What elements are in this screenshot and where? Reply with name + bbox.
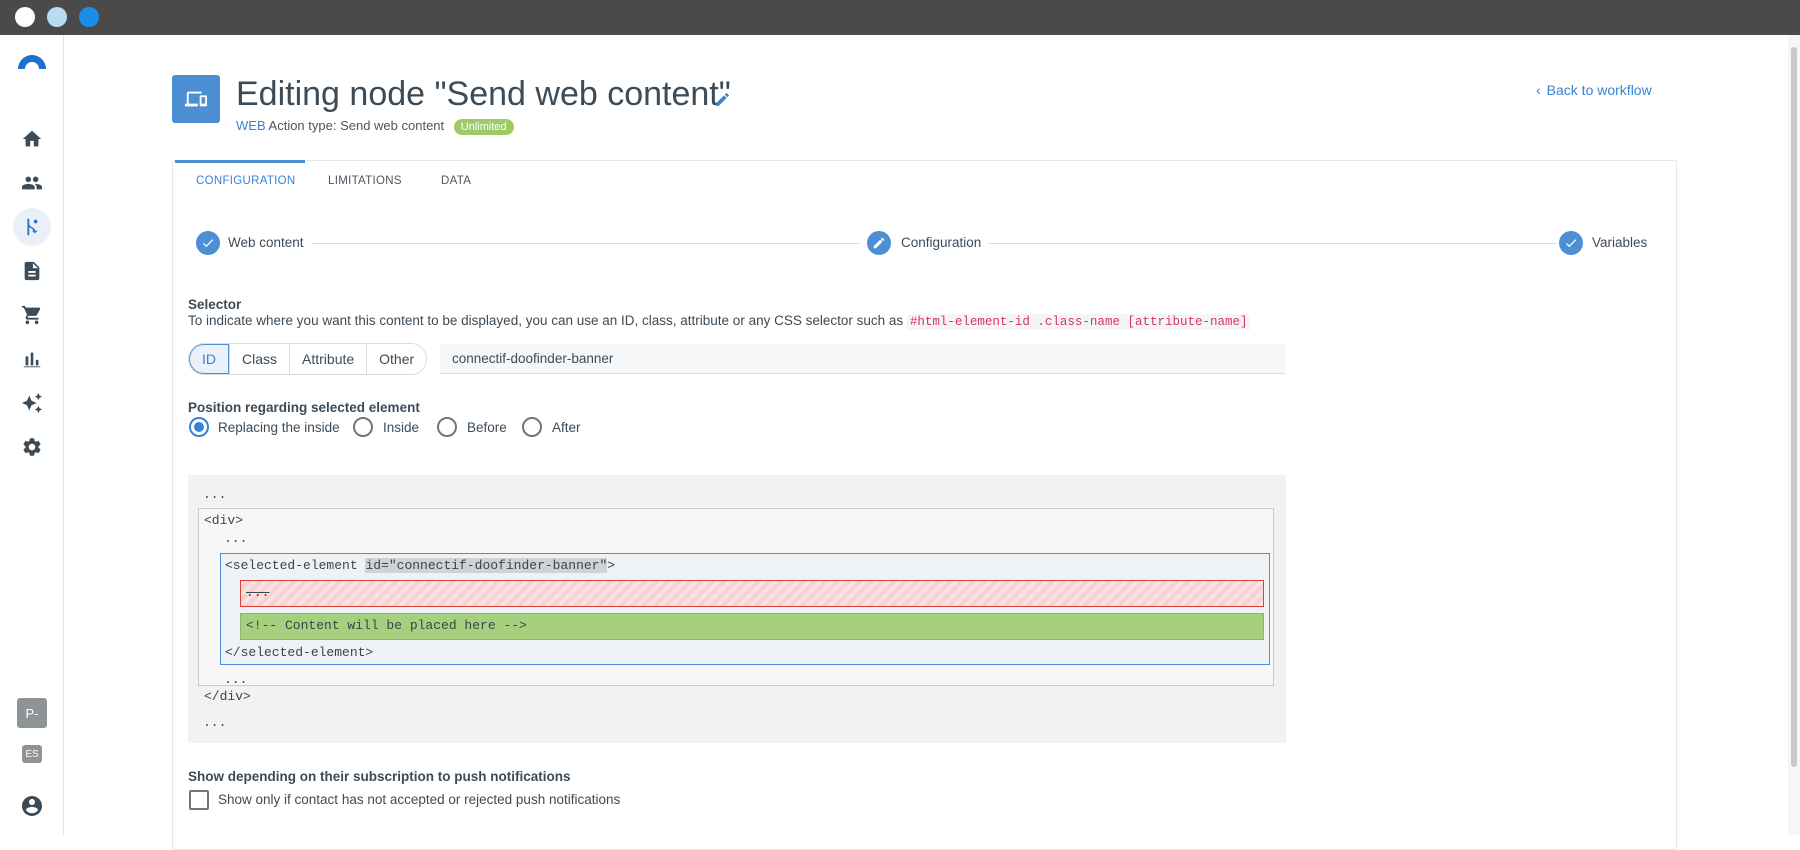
pencil-icon xyxy=(716,93,729,106)
selector-type-other-button[interactable]: Other xyxy=(366,344,427,374)
edit-node-name-button[interactable] xyxy=(714,91,731,108)
preview-ellipsis-before: ... xyxy=(224,531,248,546)
position-inside-label[interactable]: Inside xyxy=(383,420,419,435)
sidebar-item-home[interactable] xyxy=(13,120,51,158)
preview-content-placeholder: <!-- Content will be placed here --> xyxy=(246,618,527,633)
position-title: Position regarding selected element xyxy=(188,400,420,415)
position-after-label[interactable]: After xyxy=(552,420,581,435)
check-icon xyxy=(202,239,214,248)
preview-ellipsis-after: ... xyxy=(224,672,248,687)
sidebar-item-content[interactable] xyxy=(13,252,51,290)
page-scrollbar[interactable] xyxy=(1788,35,1800,835)
element-open-end: > xyxy=(607,558,616,573)
placement-preview: ... <div> ... <selected-element id="conn… xyxy=(188,475,1286,743)
active-tab-indicator xyxy=(175,160,305,163)
unlimited-badge: Unlimited xyxy=(453,119,514,135)
sidebar-item-settings[interactable] xyxy=(13,428,51,466)
back-link-label: Back to workflow xyxy=(1546,82,1652,98)
node-subtitle: WEB Action type: Send web content Unlimi… xyxy=(236,117,514,135)
position-replacing-radio[interactable] xyxy=(189,417,209,437)
home-icon xyxy=(22,130,42,147)
sidebar-item-reports[interactable] xyxy=(13,340,51,378)
step-configuration-label[interactable]: Configuration xyxy=(901,235,981,250)
user-account-button[interactable] xyxy=(20,794,44,818)
selector-example-code: #html-element-id .class-name [attribute-… xyxy=(906,314,1251,330)
page-title: Editing node "Send web content" xyxy=(236,75,731,113)
node-type-icon xyxy=(172,75,220,123)
preview-div-close: </div> xyxy=(204,689,251,704)
account-badge[interactable]: P- xyxy=(17,698,47,728)
window-minimize-button[interactable] xyxy=(47,7,67,27)
app-logo-icon[interactable] xyxy=(16,51,48,71)
selector-value-input[interactable] xyxy=(440,344,1285,374)
channel-link[interactable]: WEB xyxy=(236,118,266,133)
tab-configuration[interactable]: CONFIGURATION xyxy=(196,175,296,187)
selector-description-text: To indicate where you want this content … xyxy=(188,313,904,328)
position-before-label[interactable]: Before xyxy=(467,420,507,435)
preview-div-open: <div> xyxy=(204,513,244,528)
selector-type-toggle: ID Class Attribute Other xyxy=(188,343,428,375)
position-before-radio[interactable] xyxy=(437,417,457,437)
devices-icon xyxy=(185,91,207,107)
preview-ellipsis-top: ... xyxy=(203,487,227,502)
push-notifications-label[interactable]: Show only if contact has not accepted or… xyxy=(218,792,620,807)
preview-replaced-content-box xyxy=(240,580,1264,607)
scrollbar-thumb[interactable] xyxy=(1791,47,1797,767)
sidebar-item-contacts[interactable] xyxy=(13,164,51,202)
reports-icon xyxy=(23,352,41,368)
position-after-radio[interactable] xyxy=(522,417,542,437)
step-configuration-indicator[interactable] xyxy=(867,231,891,255)
contacts-icon xyxy=(21,176,43,190)
preview-ellipsis-bottom: ... xyxy=(203,715,227,730)
preview-element-open: <selected-element id="connectif-doofinde… xyxy=(225,558,615,573)
tab-data[interactable]: DATA xyxy=(441,175,471,187)
workflows-icon xyxy=(27,218,38,236)
sidebar-item-workflows[interactable] xyxy=(13,208,51,246)
step-web-content-label[interactable]: Web content xyxy=(228,235,304,250)
step-variables-indicator[interactable] xyxy=(1559,231,1583,255)
action-type-label: Action type: Send web content xyxy=(268,118,445,133)
content-icon xyxy=(24,261,40,281)
step-variables-label[interactable]: Variables xyxy=(1592,235,1647,250)
ai-icon xyxy=(21,392,43,414)
selector-type-attribute-button[interactable]: Attribute xyxy=(289,344,367,374)
selector-type-class-button[interactable]: Class xyxy=(229,344,290,374)
preview-replaced-content: ... xyxy=(246,585,270,600)
preview-element-close: </selected-element> xyxy=(225,645,374,660)
back-to-workflow-link[interactable]: ‹ Back to workflow xyxy=(1536,82,1652,98)
sidebar-item-ai[interactable] xyxy=(13,384,51,422)
window-maximize-button[interactable] xyxy=(79,7,99,27)
element-id-attribute: id="connectif-doofinder-banner" xyxy=(365,558,608,573)
tab-limitations[interactable]: LIMITATIONS xyxy=(328,175,402,187)
language-badge[interactable]: ES xyxy=(22,745,42,763)
selector-description: To indicate where you want this content … xyxy=(188,313,1251,330)
stepper-connector xyxy=(988,243,1558,244)
push-notifications-checkbox[interactable] xyxy=(189,790,209,810)
window-close-button[interactable] xyxy=(15,7,35,27)
check-icon xyxy=(1565,239,1577,248)
selector-type-id-button[interactable]: ID xyxy=(189,344,229,374)
sidebar-item-store[interactable] xyxy=(13,296,51,334)
window-titlebar xyxy=(0,0,1800,35)
stepper-connector xyxy=(311,243,859,244)
selector-title: Selector xyxy=(188,297,242,312)
account-circle-icon xyxy=(22,796,42,816)
pencil-icon xyxy=(873,237,885,249)
chevron-left-icon: ‹ xyxy=(1536,82,1541,98)
position-replacing-label[interactable]: Replacing the inside xyxy=(218,420,340,435)
sidebar: P- ES xyxy=(0,35,64,835)
push-title: Show depending on their subscription to … xyxy=(188,769,571,784)
store-icon xyxy=(21,305,41,325)
step-web-content-indicator[interactable] xyxy=(196,231,220,255)
settings-icon xyxy=(23,438,41,456)
element-open-tag: <selected-element xyxy=(225,558,366,573)
position-inside-radio[interactable] xyxy=(353,417,373,437)
